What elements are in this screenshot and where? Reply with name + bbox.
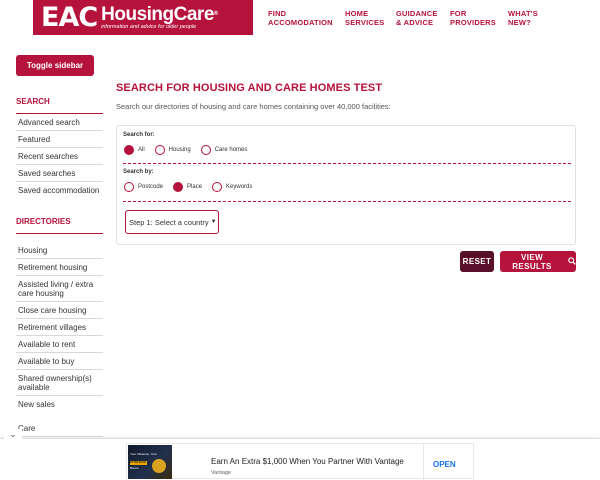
nav-label-line2: ACCOMODATION (268, 18, 333, 27)
ad-title: Earn An Extra $1,000 When You Partner Wi… (211, 457, 404, 466)
chevron-down-icon[interactable]: ⌄ (4, 429, 22, 439)
search-for-label: Search for: (123, 132, 155, 138)
sidebar-item-new-sales[interactable]: New sales (16, 396, 103, 412)
sidebar-item-retirement-housing[interactable]: Retirement housing (16, 259, 103, 276)
logo-tagline: information and advice for older people (101, 23, 197, 30)
sidebar-item-recent-searches[interactable]: Recent searches (16, 148, 103, 165)
ad-card[interactable]: Your Influence. Your EXTRA $1000 Bonus E… (126, 443, 474, 480)
sidebar: SEARCH Advanced search Featured Recent s… (16, 92, 103, 437)
nav-label-line2: SERVICES (345, 18, 385, 27)
ad-sponsor: Vantage (211, 470, 232, 476)
main-content: SEARCH FOR HOUSING AND CARE HOMES TEST S… (116, 82, 576, 272)
view-results-button[interactable]: VIEW RESULTS (500, 251, 576, 272)
toggle-sidebar-button[interactable]: Toggle sidebar (16, 55, 94, 76)
nav-for-providers[interactable]: FOR PROVIDERS (450, 9, 508, 27)
sidebar-item-available-to-rent[interactable]: Available to rent (16, 336, 103, 353)
sidebar-item-saved-accommodation[interactable]: Saved accommodation (16, 182, 103, 198)
page-title: SEARCH FOR HOUSING AND CARE HOMES TEST (116, 82, 383, 94)
nav-label-line1: WHAT'S (508, 9, 538, 18)
ad-image-badge: EXTRA $1000 (130, 461, 147, 465)
nav-label-line2: PROVIDERS (450, 18, 496, 27)
sidebar-item-assisted-living[interactable]: Assisted living / extra care housing (16, 276, 103, 302)
ad-image-text: Bonus (130, 466, 139, 470)
sidebar-item-close-care-housing[interactable]: Close care housing (16, 302, 103, 319)
search-form: Search for: All Housing Care homes Searc… (116, 125, 576, 245)
search-by-options: Postcode Place Keywords (124, 182, 262, 192)
sidebar-item-housing[interactable]: Housing (16, 242, 103, 259)
logo-name: HousingCare® (101, 5, 218, 24)
divider (123, 163, 571, 164)
nav-whats-new[interactable]: WHAT'S NEW? (508, 9, 548, 27)
ad-banner: ⌄ Your Influence. Your EXTRA $1000 Bonus… (0, 429, 600, 480)
sidebar-item-retirement-villages[interactable]: Retirement villages (16, 319, 103, 336)
nav-label-line1: FOR (450, 9, 467, 18)
reset-button[interactable]: RESET (460, 251, 494, 272)
nav-label-line2: & ADVICE (396, 18, 434, 27)
nav-label-line1: GUIDANCE (396, 9, 438, 18)
sidebar-item-advanced-search[interactable]: Advanced search (16, 114, 103, 131)
nav-label-line1: FIND (268, 9, 287, 18)
main-nav: FIND ACCOMODATION HOME SERVICES GUIDANCE… (268, 9, 548, 27)
radio-postcode[interactable] (124, 182, 134, 192)
radio-label: Housing (168, 147, 191, 153)
sidebar-item-featured[interactable]: Featured (16, 131, 103, 148)
divider (123, 201, 571, 202)
sidebar-item-care[interactable]: Care (16, 420, 103, 437)
country-select-value: Step 1: Select a country (129, 217, 209, 227)
sidebar-item-available-to-buy[interactable]: Available to buy (16, 353, 103, 370)
ad-open-button[interactable]: OPEN (433, 460, 456, 469)
nav-guidance-advice[interactable]: GUIDANCE & ADVICE (396, 9, 450, 27)
ad-image: Your Influence. Your EXTRA $1000 Bonus (128, 445, 172, 479)
radio-label: Keywords (226, 184, 253, 190)
radio-place[interactable] (173, 182, 184, 192)
radio-all[interactable] (124, 145, 134, 155)
logo-registered-mark: ® (213, 10, 218, 17)
site-header: EAC HousingCare® information and advice … (0, 0, 600, 36)
radio-label: Place (187, 184, 203, 190)
radio-care-homes[interactable] (200, 145, 211, 155)
search-icon (568, 256, 576, 267)
logo-name-text: HousingCare (101, 3, 214, 25)
nav-find-accommodation[interactable]: FIND ACCOMODATION (268, 9, 345, 27)
coins-icon (152, 459, 166, 473)
sidebar-heading-search: SEARCH (16, 92, 103, 114)
nav-label-line1: HOME (345, 9, 369, 18)
divider (423, 444, 424, 480)
search-by-label: Search by: (123, 169, 154, 175)
eac-logo-mark: EAC (41, 2, 98, 33)
search-for-options: All Housing Care homes (124, 145, 257, 155)
radio-label: All (138, 147, 145, 153)
logo-text: HousingCare® information and advice for … (101, 5, 218, 31)
site-logo[interactable]: EAC HousingCare® information and advice … (33, 0, 253, 35)
logo-mark-text: EAC (41, 2, 98, 33)
country-select[interactable]: Step 1: Select a country ▼ (125, 210, 219, 234)
sidebar-item-saved-searches[interactable]: Saved searches (16, 165, 103, 182)
radio-label: Care homes (214, 147, 248, 153)
radio-keywords[interactable] (212, 182, 223, 192)
view-results-label: VIEW RESULTS (512, 252, 552, 271)
nav-label-line2: NEW? (508, 18, 531, 27)
ad-image-text: Your Influence. Your (130, 452, 157, 456)
sidebar-heading-directories: DIRECTORIES (16, 212, 103, 234)
radio-housing[interactable] (154, 145, 165, 155)
radio-label: Postcode (138, 184, 164, 190)
intro-text: Search our directories of housing and ca… (116, 102, 391, 111)
sidebar-item-shared-ownership[interactable]: Shared ownership(s) available (16, 370, 103, 396)
chevron-down-icon: ▼ (210, 219, 217, 225)
nav-home-services[interactable]: HOME SERVICES (345, 9, 396, 27)
